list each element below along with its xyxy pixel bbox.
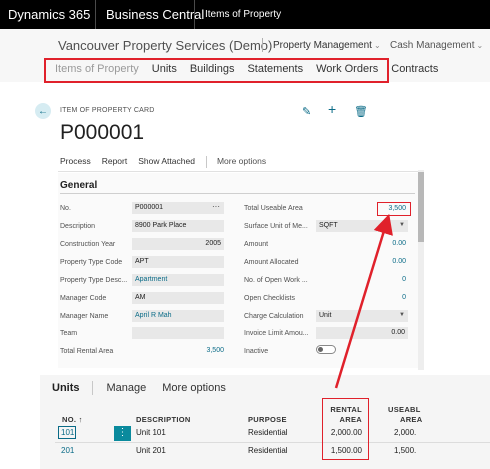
chevron-down-icon: ▼: [399, 312, 405, 318]
field-no-value: P000001: [135, 204, 164, 211]
app-name[interactable]: Business Central: [96, 0, 204, 29]
divider: [91, 381, 93, 395]
table-cell-purpose[interactable]: Residential: [248, 428, 288, 437]
table-cell-purpose[interactable]: Residential: [248, 446, 288, 455]
table-cell-useable-area[interactable]: 1,500.: [394, 446, 416, 455]
column-header-no[interactable]: NO. ↑: [62, 415, 83, 424]
field-description[interactable]: 8900 Park Place: [132, 220, 224, 232]
field-amount-allocated[interactable]: 0.00: [330, 258, 406, 265]
more-options-button[interactable]: More options: [217, 156, 266, 168]
field-label-total-useable-area: Total Useable Area: [244, 205, 303, 212]
units-action-bar: Units Manage More options: [52, 381, 226, 395]
chevron-down-icon: ▼: [399, 222, 405, 228]
role-center-menu[interactable]: Property Management ⌄: [273, 40, 381, 51]
chevron-down-icon: ⌄: [373, 41, 381, 50]
card-caption: ITEM OF PROPERTY CARD: [60, 107, 155, 114]
highlight-box-useable-area: [377, 202, 411, 216]
table-cell-description[interactable]: Unit 201: [136, 446, 166, 455]
field-amount[interactable]: 0.00: [330, 240, 406, 247]
field-label-amount: Amount: [244, 241, 269, 248]
field-label-total-rental-area: Total Rental Area: [60, 348, 114, 355]
action-bar: Process Report Show Attached More option…: [60, 156, 277, 168]
role-center-label: Property Management: [273, 40, 372, 51]
field-invoice-limit[interactable]: 0.00: [316, 327, 408, 339]
field-open-work-orders[interactable]: 0: [330, 276, 406, 283]
nav-item-contracts[interactable]: Contracts: [391, 63, 438, 75]
field-label-manager-code: Manager Code: [60, 295, 107, 302]
divider: [262, 38, 263, 52]
field-label-property-type-code: Property Type Code: [60, 259, 123, 266]
add-plus-icon[interactable]: +: [328, 101, 336, 117]
field-label-property-type-desc: Property Type Desc...: [60, 277, 128, 284]
chevron-down-icon: ⌄: [476, 41, 484, 50]
field-label-team: Team: [60, 330, 78, 337]
field-label-invoice-limit: Invoice Limit Amou...: [244, 330, 309, 337]
field-label-charge-calculation: Charge Calculation: [244, 313, 304, 320]
edit-pencil-icon[interactable]: ✎: [302, 105, 311, 118]
top-bar: Dynamics 365 Business Central Items of P…: [0, 0, 490, 29]
field-label-description: Description: [60, 223, 96, 230]
field-label-surface-unit: Surface Unit of Me...: [244, 223, 308, 230]
cash-management-label: Cash Management: [390, 40, 475, 51]
field-total-rental-area[interactable]: 3,500: [150, 347, 224, 354]
column-header-useable-area-line1[interactable]: USEABL: [388, 405, 421, 414]
field-property-type-code[interactable]: APT: [132, 256, 224, 268]
field-label-construction-year: Construction Year: [60, 241, 116, 248]
scrollbar-thumb[interactable]: [418, 172, 424, 242]
divider: [55, 442, 490, 443]
delete-trash-icon[interactable]: 🗑: [354, 105, 368, 118]
table-cell-no[interactable]: 201: [61, 446, 74, 455]
column-header-useable-area-line2[interactable]: AREA: [400, 415, 422, 424]
units-manage-menu[interactable]: Manage: [107, 382, 147, 394]
field-label-manager-name: Manager Name: [60, 313, 109, 320]
field-label-open-checklists: Open Checklists: [244, 295, 295, 302]
column-header-description[interactable]: DESCRIPTION: [136, 415, 191, 424]
back-arrow-icon[interactable]: ←: [35, 103, 51, 119]
field-manager-code[interactable]: AM: [132, 292, 224, 304]
company-bar: Vancouver Property Services (Demo) Prope…: [0, 29, 490, 59]
table-cell-description[interactable]: Unit 101: [136, 428, 166, 437]
field-surface-unit-value: SQFT: [319, 222, 338, 229]
general-fasttab-title[interactable]: General: [60, 180, 97, 191]
page-title: P000001: [60, 121, 145, 144]
table-cell-no[interactable]: 101: [61, 428, 74, 437]
field-label-open-work-orders: No. of Open Work ...: [244, 277, 308, 284]
field-label-no: No.: [60, 205, 71, 212]
field-property-type-desc[interactable]: Apartment: [132, 274, 224, 286]
field-manager-name[interactable]: April R Mah: [132, 310, 224, 322]
field-label-amount-allocated: Amount Allocated: [244, 259, 299, 266]
field-open-checklists[interactable]: 0: [330, 294, 406, 301]
company-name: Vancouver Property Services (Demo): [58, 38, 273, 53]
highlight-box-rental-area: [322, 398, 369, 460]
ellipsis-icon[interactable]: ···: [212, 202, 220, 211]
units-title[interactable]: Units: [52, 382, 80, 394]
process-menu[interactable]: Process: [60, 156, 91, 168]
product-name[interactable]: Dynamics 365: [0, 0, 96, 29]
field-surface-unit[interactable]: SQFT ▼: [316, 220, 408, 232]
cash-management-menu[interactable]: Cash Management ⌄: [390, 40, 483, 51]
field-construction-year[interactable]: 2005: [132, 238, 224, 250]
highlight-box-navigation: [44, 58, 389, 83]
page-breadcrumb: Items of Property: [205, 9, 282, 20]
field-team[interactable]: [132, 327, 224, 339]
field-charge-calculation-value: Unit: [319, 312, 332, 319]
inactive-toggle[interactable]: [316, 345, 336, 354]
toggle-knob: [318, 347, 323, 352]
field-label-inactive: Inactive: [244, 348, 269, 355]
divider: [60, 193, 415, 194]
show-attached-button[interactable]: Show Attached: [138, 156, 195, 168]
divider: [205, 156, 207, 168]
table-cell-useable-area[interactable]: 2,000.: [394, 428, 416, 437]
field-no[interactable]: P000001 ···: [132, 202, 224, 214]
report-menu[interactable]: Report: [102, 156, 128, 168]
column-header-purpose[interactable]: PURPOSE: [248, 415, 287, 424]
row-menu-icon[interactable]: ⋮: [114, 426, 131, 441]
field-charge-calculation[interactable]: Unit ▼: [316, 310, 408, 322]
units-more-options-button[interactable]: More options: [162, 382, 226, 394]
divider: [58, 171, 421, 172]
